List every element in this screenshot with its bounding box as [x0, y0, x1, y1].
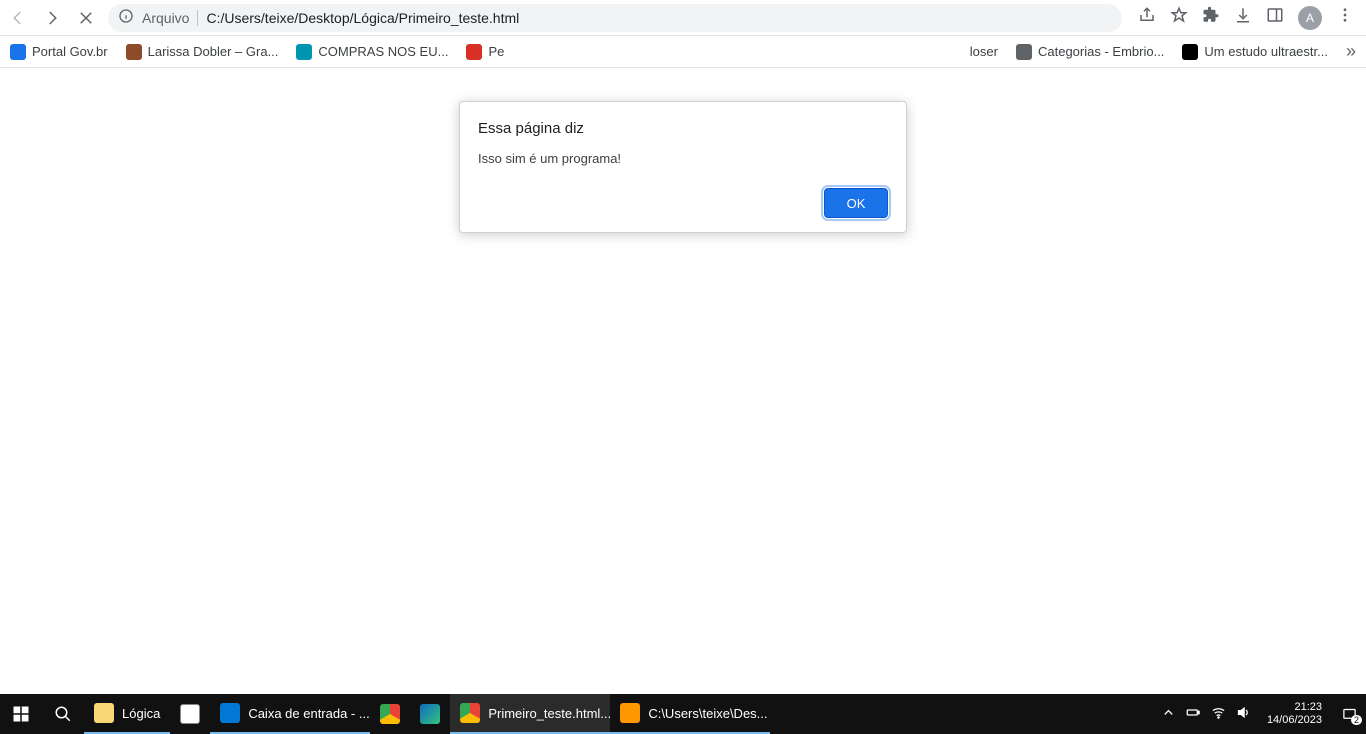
taskbar-app-label: Primeiro_teste.html... — [488, 706, 610, 721]
page-content: Essa página diz Isso sim é um programa! … — [0, 68, 1366, 694]
bookmarks-bar: Portal Gov.br Larissa Dobler – Gra... CO… — [0, 36, 1366, 68]
bookmark-label: Larissa Dobler – Gra... — [148, 44, 279, 59]
favicon-icon — [10, 44, 26, 60]
favicon-icon — [126, 44, 142, 60]
taskbar-app-label: C:\Users\teixe\Des... — [648, 706, 767, 721]
star-icon[interactable] — [1170, 6, 1188, 29]
taskbar-right: 21:23 14/06/2023 2 — [1155, 694, 1366, 734]
bookmark-label: Categorias - Embrio... — [1038, 44, 1164, 59]
folder-icon — [94, 703, 114, 723]
info-icon — [118, 8, 134, 27]
browser-toolbar: Arquivo C:/Users/teixe/Desktop/Lógica/Pr… — [0, 0, 1366, 36]
menu-icon[interactable] — [1336, 6, 1354, 29]
volume-icon[interactable] — [1236, 705, 1251, 723]
url-text: C:/Users/teixe/Desktop/Lógica/Primeiro_t… — [206, 10, 519, 26]
taskbar-clock[interactable]: 21:23 14/06/2023 — [1261, 701, 1328, 727]
bookmarks-overflow-icon[interactable]: » — [1346, 41, 1356, 62]
taskbar-app-label: Lógica — [122, 706, 160, 721]
address-divider — [197, 10, 198, 26]
alert-actions: OK — [478, 188, 888, 218]
sidepanel-icon[interactable] — [1266, 6, 1284, 29]
wifi-icon[interactable] — [1211, 705, 1226, 723]
sublime-icon — [620, 703, 640, 723]
taskbar-app-edge[interactable] — [410, 694, 450, 734]
battery-icon[interactable] — [1186, 705, 1201, 723]
toolbar-right-icons: A — [1132, 6, 1360, 30]
forward-button[interactable] — [40, 6, 64, 30]
bookmark-item[interactable]: Larissa Dobler – Gra... — [126, 44, 279, 60]
taskbar-app-mail[interactable]: Caixa de entrada - ... — [210, 694, 370, 734]
taskbar-app-store[interactable] — [170, 694, 210, 734]
bookmark-label: loser — [970, 44, 998, 59]
bookmark-label: Portal Gov.br — [32, 44, 108, 59]
favicon-icon — [1182, 44, 1198, 60]
bookmark-item[interactable]: Portal Gov.br — [10, 44, 108, 60]
extensions-icon[interactable] — [1202, 6, 1220, 29]
bookmark-item[interactable]: COMPRAS NOS EU... — [296, 44, 448, 60]
alert-message: Isso sim é um programa! — [478, 151, 888, 166]
chrome-icon — [460, 703, 480, 723]
url-scheme-label: Arquivo — [142, 10, 189, 26]
edge-icon — [420, 704, 440, 724]
chrome-icon — [380, 704, 400, 724]
bookmark-label: Pe — [488, 44, 504, 59]
bookmark-item[interactable]: loser — [970, 44, 998, 59]
taskbar-app-chrome[interactable] — [370, 694, 410, 734]
taskbar-left: Lógica Caixa de entrada - ... Primeiro_t… — [0, 694, 770, 734]
search-button[interactable] — [42, 694, 84, 734]
download-icon[interactable] — [1234, 6, 1252, 29]
store-icon — [180, 704, 200, 724]
alert-title: Essa página diz — [478, 120, 888, 137]
bookmark-label: COMPRAS NOS EU... — [318, 44, 448, 59]
tray-chevron-icon[interactable] — [1161, 705, 1176, 723]
bookmark-item[interactable]: Um estudo ultraestr... — [1182, 44, 1328, 60]
favicon-icon — [296, 44, 312, 60]
taskbar-app-explorer[interactable]: Lógica — [84, 694, 170, 734]
js-alert-dialog: Essa página diz Isso sim é um programa! … — [459, 101, 907, 233]
share-icon[interactable] — [1138, 6, 1156, 29]
favicon-icon — [466, 44, 482, 60]
taskbar-app-chrome-active[interactable]: Primeiro_teste.html... — [450, 694, 610, 734]
taskbar-app-sublime[interactable]: C:\Users\teixe\Des... — [610, 694, 770, 734]
bookmark-item[interactable]: Categorias - Embrio... — [1016, 44, 1164, 60]
notification-badge: 2 — [1351, 715, 1362, 725]
taskbar-app-label: Caixa de entrada - ... — [248, 706, 369, 721]
stop-button[interactable] — [74, 6, 98, 30]
clock-time: 21:23 — [1267, 701, 1322, 714]
profile-avatar[interactable]: A — [1298, 6, 1322, 30]
mail-icon — [220, 703, 240, 723]
address-bar[interactable]: Arquivo C:/Users/teixe/Desktop/Lógica/Pr… — [108, 4, 1122, 32]
clock-date: 14/06/2023 — [1267, 714, 1322, 727]
bookmark-label: Um estudo ultraestr... — [1204, 44, 1328, 59]
bookmark-item[interactable]: Pe — [466, 44, 504, 60]
start-button[interactable] — [0, 694, 42, 734]
windows-taskbar: Lógica Caixa de entrada - ... Primeiro_t… — [0, 694, 1366, 734]
notifications-button[interactable]: 2 — [1338, 703, 1360, 725]
favicon-icon — [1016, 44, 1032, 60]
back-button[interactable] — [6, 6, 30, 30]
alert-ok-button[interactable]: OK — [824, 188, 888, 218]
